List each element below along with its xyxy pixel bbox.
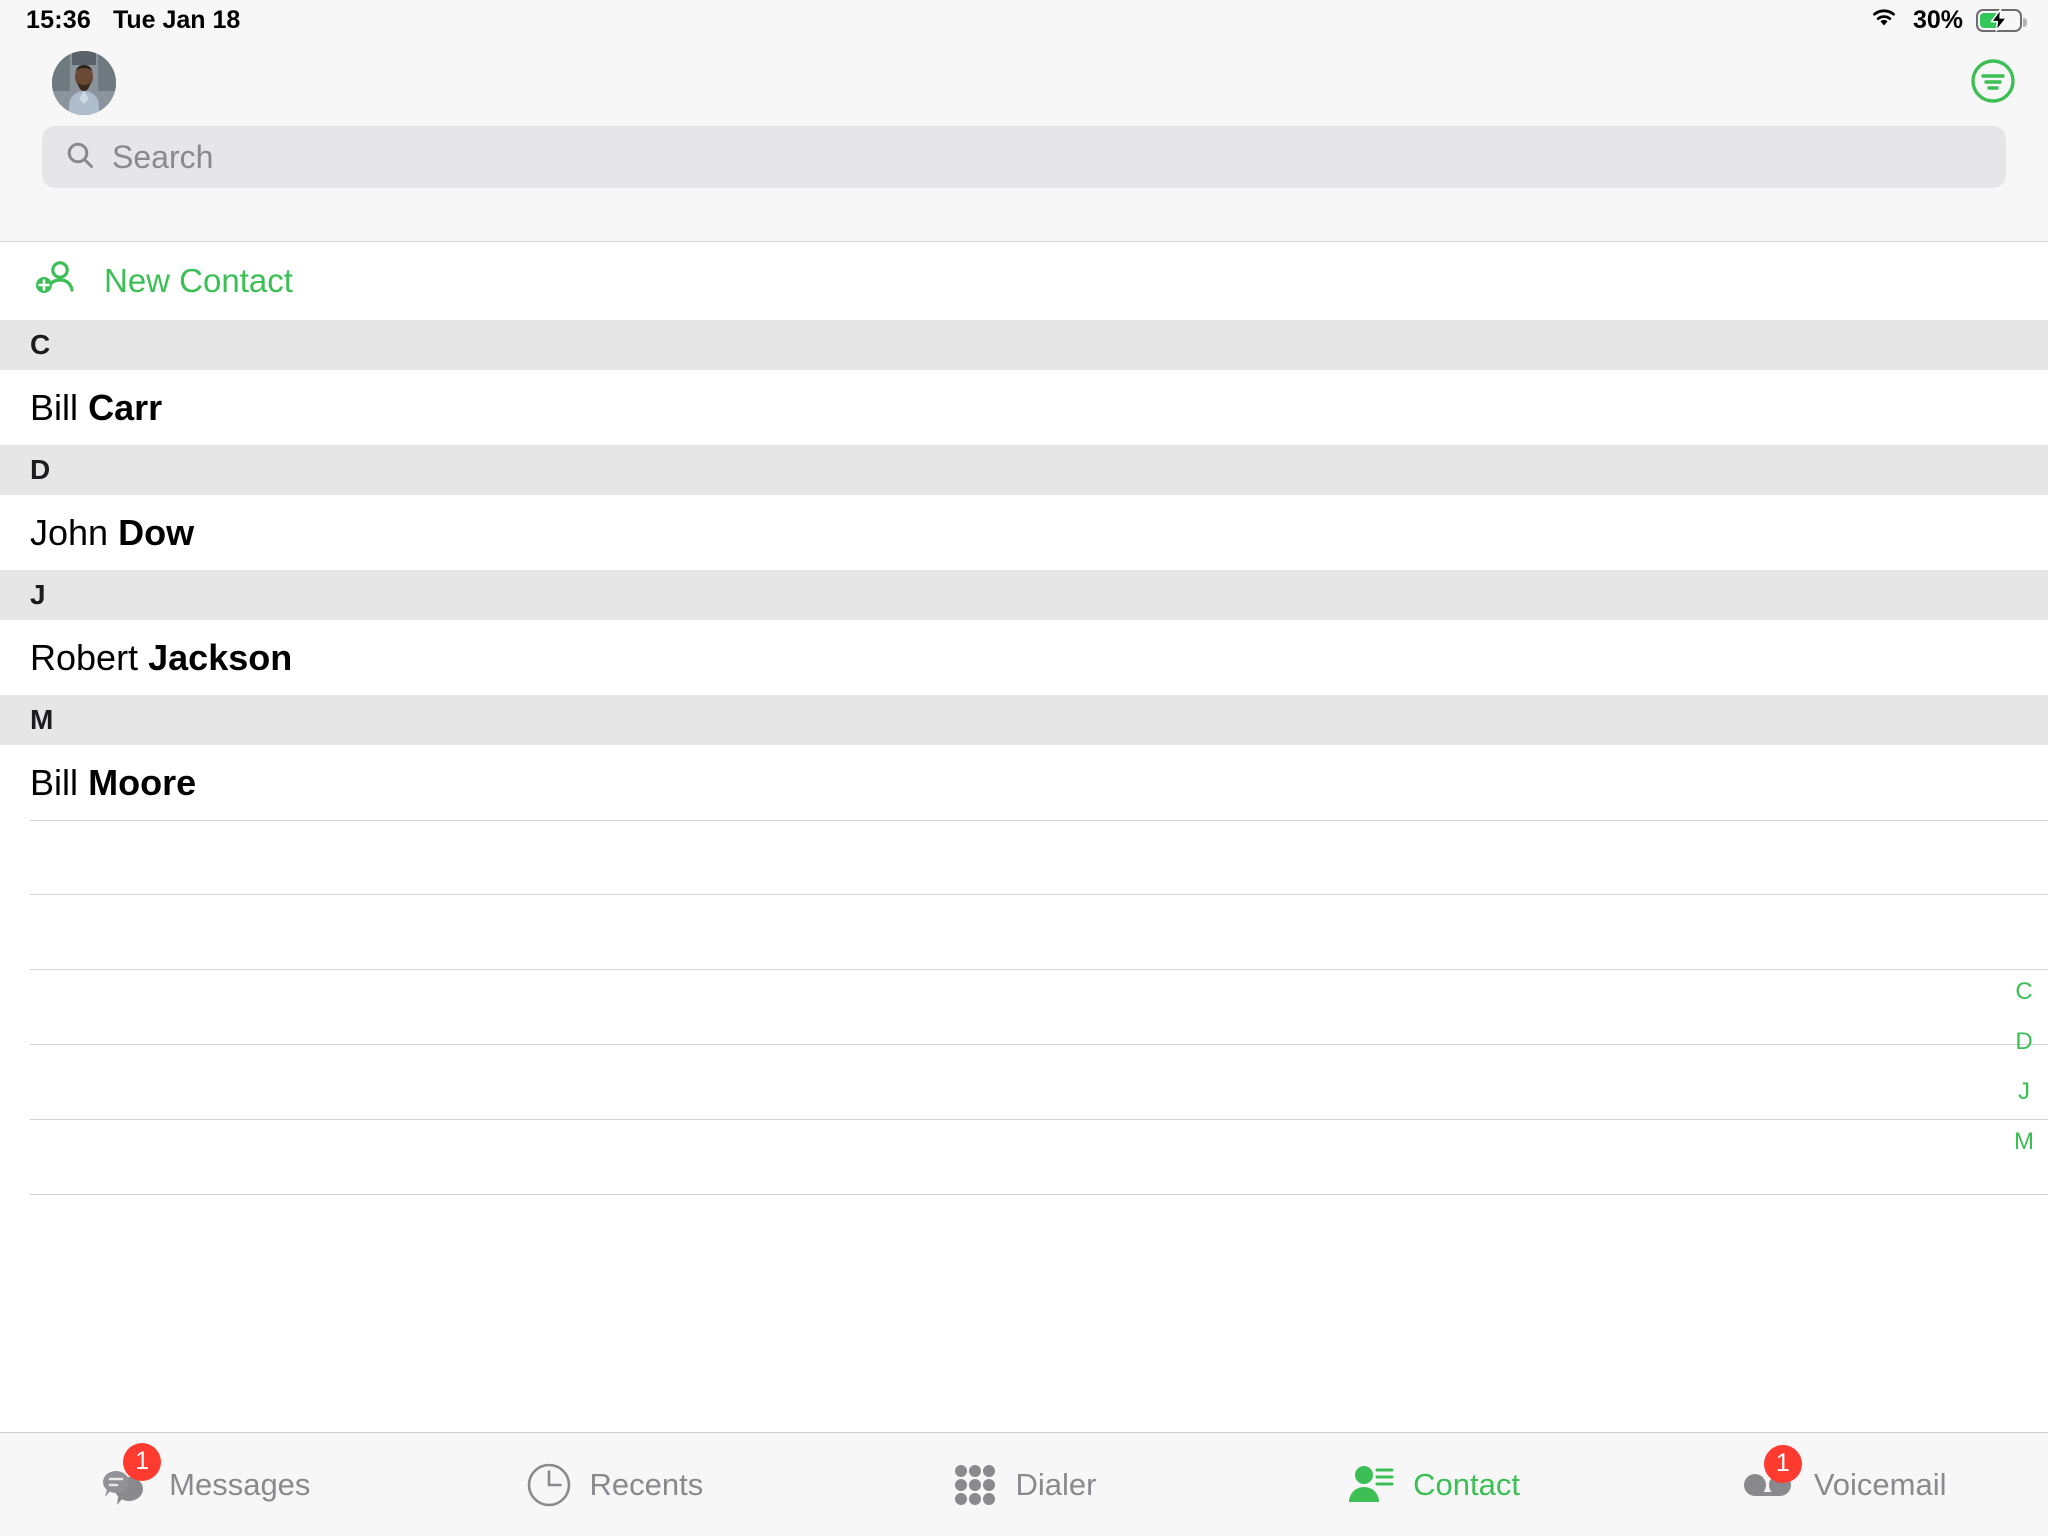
status-bar: 15:36 Tue Jan 18 30% [0, 0, 2048, 40]
voicemail-tape-icon: 1 [1740, 1444, 1802, 1505]
empty-row [30, 820, 2048, 895]
table-row[interactable]: Robert Jackson [0, 620, 2048, 695]
search-container: Search [0, 126, 2048, 188]
contact-last-name: Moore [88, 761, 197, 803]
status-bar-right: 30% [1868, 5, 2027, 36]
search-input[interactable]: Search [42, 126, 2006, 188]
tab-recents[interactable]: Recents [410, 1462, 820, 1508]
empty-row [30, 895, 2048, 970]
new-contact-button[interactable]: New Contact [0, 242, 2048, 320]
status-date: Tue Jan 18 [112, 5, 241, 34]
app-header: Search [0, 40, 2048, 242]
table-row[interactable]: Bill Carr [0, 370, 2048, 445]
contact-last-name: Dow [118, 511, 195, 553]
avatar[interactable] [52, 51, 116, 115]
wifi-icon [1868, 5, 1900, 36]
tab-label-voicemail: Voicemail [1813, 1466, 1947, 1502]
person-list-icon [1347, 1462, 1395, 1508]
status-badge: 1 [1763, 1444, 1802, 1483]
index-letter-c[interactable]: C [2015, 980, 2032, 1004]
tab-label-dialer: Dialer [1015, 1466, 1097, 1502]
contacts-list: New Contact C Bill Carr D John Dow J Rob… [0, 242, 2048, 1432]
contact-first-name: Bill [30, 386, 79, 428]
tab-messages[interactable]: 1 Messages [0, 1442, 410, 1507]
search-icon [64, 139, 96, 176]
tab-dialer[interactable]: Dialer [819, 1462, 1229, 1508]
chat-bubbles-icon: 1 [99, 1442, 162, 1507]
section-header-m: M [0, 695, 2048, 745]
tab-voicemail[interactable]: 1 Voicemail [1638, 1444, 2048, 1505]
section-header-j: J [0, 570, 2048, 620]
clock-icon [526, 1462, 572, 1508]
alphabet-index[interactable]: C D J M [2014, 980, 2034, 1154]
status-time: 15:36 [26, 5, 91, 34]
index-letter-m[interactable]: M [2014, 1130, 2034, 1154]
contact-last-name: Carr [88, 386, 163, 428]
empty-row [30, 1120, 2048, 1195]
filter-circle-icon [1970, 58, 2016, 109]
contact-first-name: Bill [30, 761, 79, 803]
contact-first-name: John [30, 511, 109, 553]
status-badge: 1 [123, 1442, 162, 1481]
person-add-icon [34, 259, 78, 304]
tab-label-messages: Messages [169, 1466, 311, 1502]
empty-row [30, 970, 2048, 1045]
table-row[interactable]: John Dow [0, 495, 2048, 570]
tab-label-recents: Recents [589, 1466, 704, 1502]
tab-bar: 1 Messages Recents Dialer Contact 1 Voic… [0, 1432, 2048, 1536]
section-header-d: D [0, 445, 2048, 495]
tab-label-contact: Contact [1413, 1466, 1520, 1502]
battery-percent: 30% [1912, 5, 1963, 34]
index-letter-j[interactable]: J [2018, 1080, 2030, 1104]
search-placeholder: Search [112, 138, 214, 175]
status-bar-left: 15:36 Tue Jan 18 [26, 6, 240, 35]
header-top-row [0, 40, 2048, 126]
contacts-app: 15:36 Tue Jan 18 30% Search New Contact … [0, 0, 2048, 1536]
index-letter-d[interactable]: D [2015, 1030, 2032, 1054]
section-header-c: C [0, 320, 2048, 370]
empty-row [30, 1045, 2048, 1120]
new-contact-label: New Contact [104, 262, 293, 299]
table-row[interactable]: Bill Moore [0, 745, 2048, 820]
contact-last-name: Jackson [148, 636, 293, 678]
filter-button[interactable] [1970, 58, 2016, 109]
contact-first-name: Robert [30, 636, 139, 678]
keypad-grid-icon [952, 1462, 998, 1508]
battery-charging-icon [1976, 8, 2027, 32]
tab-contact[interactable]: Contact [1229, 1462, 1639, 1508]
